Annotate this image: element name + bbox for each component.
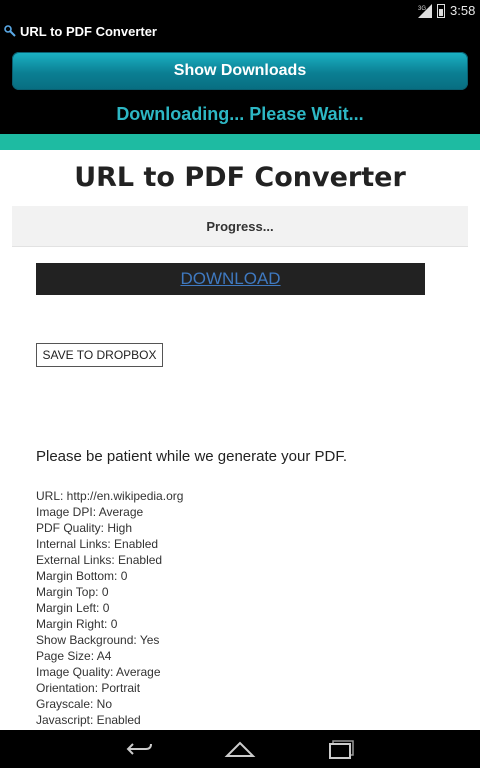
setting-margin-right: Margin Right: 0	[36, 617, 118, 631]
app-title: URL to PDF Converter	[20, 24, 157, 39]
battery-icon	[437, 4, 445, 18]
download-bar: DOWNLOAD	[36, 263, 425, 295]
signal-icon: 3G	[418, 4, 432, 18]
status-time: 3:58	[450, 3, 476, 18]
setting-margin-bottom: Margin Bottom: 0	[36, 569, 128, 583]
action-bar: URL to PDF Converter	[0, 22, 480, 44]
settings-list: URL: http://en.wikipedia.org Image DPI: …	[36, 488, 183, 728]
home-icon[interactable]	[224, 738, 256, 760]
download-link[interactable]: DOWNLOAD	[180, 269, 280, 289]
setting-internal-links: Internal Links: Enabled	[36, 537, 159, 551]
accent-divider	[0, 134, 480, 150]
setting-external-links: External Links: Enabled	[36, 553, 163, 567]
setting-margin-left: Margin Left: 0	[36, 601, 110, 615]
webview-content: URL to PDF Converter Progress... DOWNLOA…	[0, 150, 480, 730]
setting-url: URL: http://en.wikipedia.org	[36, 489, 184, 503]
status-bar: 3G 3:58	[0, 0, 480, 22]
setting-show-background: Show Background: Yes	[36, 633, 160, 647]
setting-image-dpi: Image DPI: Average	[36, 505, 144, 519]
app-icon	[4, 25, 16, 37]
setting-margin-top: Margin Top: 0	[36, 585, 109, 599]
setting-grayscale: Grayscale: No	[36, 697, 113, 711]
downloading-status: Downloading... Please Wait...	[116, 104, 364, 124]
setting-orientation: Orientation: Portrait	[36, 681, 141, 695]
progress-box: Progress...	[12, 206, 468, 247]
setting-image-quality: Image Quality: Average	[36, 665, 161, 679]
setting-javascript: Javascript: Enabled	[36, 713, 141, 727]
progress-label: Progress...	[206, 218, 274, 234]
navigation-bar	[0, 730, 480, 768]
page-title: URL to PDF Converter	[74, 162, 406, 193]
setting-pdf-quality: PDF Quality: High	[36, 521, 133, 535]
patient-message: Please be patient while we generate your…	[36, 448, 348, 465]
recent-apps-icon[interactable]	[326, 738, 358, 760]
network-type-label: 3G	[418, 6, 426, 12]
back-icon[interactable]	[122, 738, 154, 760]
save-to-dropbox-button[interactable]: SAVE TO DROPBOX	[36, 343, 163, 367]
setting-page-size: Page Size: A4	[36, 649, 112, 663]
show-downloads-button[interactable]: Show Downloads	[12, 52, 468, 90]
